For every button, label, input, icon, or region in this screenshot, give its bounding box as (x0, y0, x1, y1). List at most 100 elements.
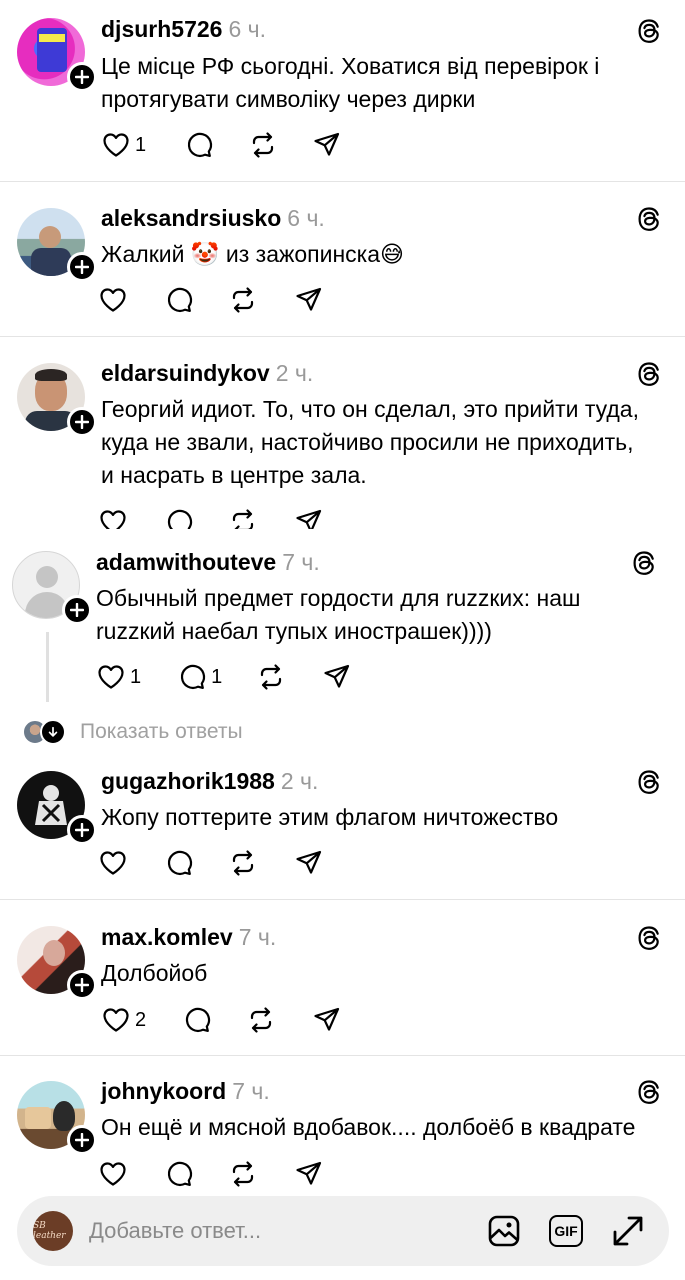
follow-plus-icon[interactable] (67, 815, 97, 845)
send-icon (296, 509, 322, 529)
avatar-wrap[interactable] (17, 1081, 97, 1155)
reply-button[interactable]: 1 (177, 660, 222, 694)
like-button[interactable]: 1 (101, 128, 146, 162)
image-icon (488, 1215, 520, 1247)
show-replies-button[interactable]: Показать ответы (22, 716, 243, 748)
comment-icon (167, 287, 193, 312)
timestamp: 6 ч. (228, 16, 267, 42)
post-text: Це місце РФ сьогодні. Ховатися від перев… (101, 53, 600, 112)
reply-button[interactable] (164, 505, 194, 529)
share-button[interactable] (294, 505, 324, 529)
send-icon (296, 287, 322, 311)
username[interactable]: djsurh5726 (101, 16, 222, 42)
like-button[interactable]: 1 (96, 660, 141, 694)
post-header: adamwithouteve 7 ч. (96, 548, 320, 576)
post-header: djsurh5726 6 ч. (101, 15, 266, 43)
comment-icon (167, 509, 193, 529)
repost-button[interactable] (246, 1003, 276, 1037)
share-button[interactable] (294, 1157, 324, 1191)
heart-icon (100, 851, 126, 875)
username[interactable]: eldarsuindykov (101, 360, 270, 386)
repost-button[interactable] (228, 846, 258, 880)
divider (0, 181, 685, 182)
avatar-wrap[interactable] (17, 926, 97, 1000)
threads-icon[interactable] (630, 549, 658, 577)
reply-button[interactable] (164, 283, 194, 317)
reply-button[interactable] (164, 1157, 194, 1191)
post-actions (98, 283, 324, 317)
attach-image-button[interactable] (486, 1213, 522, 1249)
repost-button[interactable] (256, 660, 286, 694)
post-header: eldarsuindykov 2 ч. (101, 359, 313, 387)
threads-icon[interactable] (635, 17, 663, 45)
like-button[interactable] (98, 846, 128, 880)
username[interactable]: johnykoord (101, 1078, 226, 1104)
threads-icon[interactable] (635, 768, 663, 796)
heart-icon (103, 133, 129, 157)
reply-button[interactable] (184, 128, 214, 162)
timestamp: 7 ч. (232, 1078, 270, 1104)
heart-icon (98, 665, 124, 689)
like-button[interactable]: 2 (101, 1003, 146, 1037)
reply-button[interactable] (164, 846, 194, 880)
like-count: 1 (135, 133, 147, 156)
comment-icon (181, 664, 206, 689)
follow-plus-icon[interactable] (62, 595, 92, 625)
threads-icon[interactable] (635, 360, 663, 388)
timestamp: 7 ч. (282, 549, 320, 575)
gif-button[interactable]: GIF (548, 1213, 584, 1249)
reply-input[interactable] (89, 1218, 459, 1244)
post-text: Жалкий 🤡 из зажопинска😅 (101, 241, 405, 267)
current-user-avatar[interactable]: SB leather (33, 1211, 73, 1251)
username[interactable]: gugazhorik1988 (101, 768, 275, 794)
arrow-down-icon (40, 719, 66, 745)
threads-icon[interactable] (635, 205, 663, 233)
avatar-wrap[interactable] (17, 363, 97, 437)
comment-icon (167, 850, 193, 875)
expand-button[interactable] (610, 1213, 646, 1249)
avatar-wrap[interactable] (17, 208, 97, 282)
thread-line (46, 632, 49, 702)
share-button[interactable] (312, 128, 342, 162)
comment-icon (167, 1161, 193, 1186)
follow-plus-icon[interactable] (67, 62, 97, 92)
avatar-wrap[interactable] (17, 18, 97, 92)
reply-button[interactable] (182, 1003, 212, 1037)
post-text: Георгий идиот. То, что он сделал, это пр… (101, 396, 639, 488)
share-button[interactable] (312, 1003, 342, 1037)
send-icon (296, 850, 322, 874)
avatar-wrap[interactable] (17, 771, 97, 845)
repost-icon (261, 664, 282, 690)
reply-count: 1 (211, 665, 223, 688)
follow-plus-icon[interactable] (67, 1125, 97, 1155)
username[interactable]: aleksandrsiusko (101, 205, 281, 231)
like-button[interactable] (98, 505, 128, 529)
repost-button[interactable] (248, 128, 278, 162)
username[interactable]: adamwithouteve (96, 549, 276, 575)
comment-icon (186, 1007, 211, 1032)
post-header: gugazhorik1988 2 ч. (101, 767, 318, 795)
threads-icon[interactable] (635, 924, 663, 952)
repost-button[interactable] (228, 1157, 258, 1191)
send-icon (314, 1007, 340, 1031)
avatar-wrap[interactable] (12, 551, 92, 625)
post-actions: 1 (101, 128, 342, 162)
post-header: max.komlev 7 ч. (101, 923, 276, 951)
repost-button[interactable] (228, 283, 258, 317)
follow-plus-icon[interactable] (67, 407, 97, 437)
like-button[interactable] (98, 1157, 128, 1191)
share-button[interactable] (294, 283, 324, 317)
follow-plus-icon[interactable] (67, 970, 97, 1000)
repost-icon (232, 850, 254, 876)
follow-plus-icon[interactable] (67, 252, 97, 282)
post-actions: 2 (101, 1003, 342, 1037)
username[interactable]: max.komlev (101, 924, 233, 950)
threads-icon[interactable] (635, 1078, 663, 1106)
post-header: johnykoord 7 ч. (101, 1077, 270, 1105)
like-button[interactable] (98, 283, 128, 317)
repost-button[interactable] (228, 505, 258, 529)
post-text: Он ещё и мясной вдобавок.... долбоёб в к… (101, 1114, 636, 1140)
repost-icon (232, 287, 254, 313)
share-button[interactable] (322, 660, 352, 694)
share-button[interactable] (294, 846, 324, 880)
